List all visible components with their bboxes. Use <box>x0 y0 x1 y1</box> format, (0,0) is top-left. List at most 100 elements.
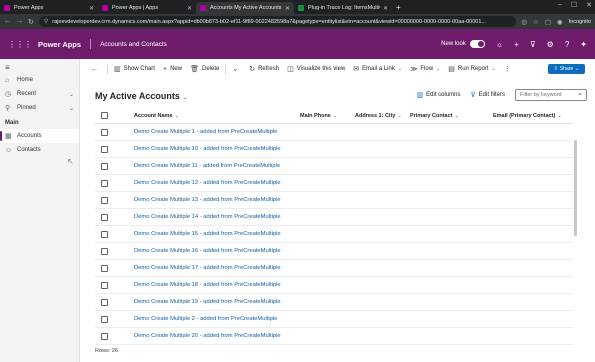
close-tab-icon[interactable]: ✕ <box>383 5 388 12</box>
account-name-link[interactable]: Demo Create Multiple 17 - added from Pre… <box>134 265 300 271</box>
share-button[interactable]: ⇧ Share ⌄ <box>548 64 585 74</box>
row-checkbox[interactable] <box>101 196 108 204</box>
edit-columns-button[interactable]: ▥ Edit columns <box>417 91 461 99</box>
help-icon[interactable]: ? <box>565 40 569 49</box>
account-name-link[interactable]: Demo Create Multiple 2 - added from PreC… <box>134 316 300 322</box>
sidebar-item-accounts[interactable]: ▦ Accounts <box>0 129 79 143</box>
row-checkbox[interactable] <box>101 179 108 187</box>
edit-filters-button[interactable]: ⊽ Edit filters <box>471 91 505 99</box>
close-tab-icon[interactable]: ✕ <box>285 5 290 12</box>
table-row[interactable]: Demo Create Multiple 2 - added from PreC… <box>95 311 573 328</box>
sidebar-item-contacts[interactable]: ☺ Contacts <box>0 143 79 157</box>
site-info-icon[interactable]: ⚲ <box>44 18 48 25</box>
table-row[interactable]: Demo Create Multiple 10 - added from Pre… <box>95 141 573 158</box>
eye-off-icon[interactable]: ◎ <box>521 18 527 26</box>
app-launcher-icon[interactable]: ⋮⋮⋮ <box>8 40 32 49</box>
new-look-toggle[interactable] <box>469 40 485 48</box>
row-checkbox[interactable] <box>101 162 108 170</box>
split-view-icon[interactable]: ▢ <box>545 18 551 26</box>
copilot-icon[interactable]: ✦ <box>580 40 587 49</box>
account-name-link[interactable]: Demo Create Multiple 16 - added from Pre… <box>134 248 300 254</box>
delete-dropdown-button[interactable]: ⌄ <box>228 62 245 76</box>
table-row[interactable]: Demo Create Multiple 19 - added from Pre… <box>95 294 573 311</box>
browser-tab[interactable]: Plug-in Trace Log: ItemsMultiG... ✕ <box>294 2 392 14</box>
new-look-toggle-group[interactable]: New look <box>441 40 485 48</box>
show-chart-button[interactable]: ▥ Show Chart <box>110 62 159 76</box>
hamburger-menu-icon[interactable]: ≡ <box>0 59 79 73</box>
profile-label[interactable]: Incognito <box>569 19 591 25</box>
close-window-icon[interactable]: ✕ <box>586 1 592 9</box>
sidebar-item-pinned[interactable]: ⚲ Pinned ⌄ <box>0 101 79 115</box>
more-commands-button[interactable]: ⋮ <box>500 62 518 76</box>
table-row[interactable]: Demo Create Multiple 17 - added from Pre… <box>95 260 573 277</box>
maximize-icon[interactable]: ☐ <box>571 1 577 9</box>
table-row[interactable]: Demo Create Multiple 20 - added from Pre… <box>95 328 573 345</box>
chevron-down-icon[interactable]: ⌄ <box>69 105 74 112</box>
visualize-button[interactable]: ◫ Visualize this view <box>283 62 349 76</box>
account-name-link[interactable]: Demo Create Multiple 20 - added from Pre… <box>134 333 300 339</box>
view-selector[interactable]: My Active Accounts ⌄ <box>95 91 188 101</box>
refresh-button[interactable]: ↻ Refresh <box>245 62 283 76</box>
grid-scrollbar[interactable] <box>574 140 577 236</box>
settings-gear-icon[interactable]: ⚙ <box>547 40 554 49</box>
table-row[interactable]: Demo Create Multiple 12 - added from Pre… <box>95 175 573 192</box>
account-name-link[interactable]: Demo Create Multiple 19 - added from Pre… <box>134 299 300 305</box>
table-row[interactable]: Demo Create Multiple 18 - added from Pre… <box>95 277 573 294</box>
brand-title[interactable]: Power Apps <box>38 40 81 49</box>
sidebar-item-home[interactable]: ⌂ Home <box>0 73 79 87</box>
table-row[interactable]: Demo Create Multiple 16 - added from Pre… <box>95 243 573 260</box>
browser-tab[interactable]: Power Apps | Apps ✕ <box>98 2 196 14</box>
column-header-primary-contact[interactable]: Primary Contact ⌄ <box>410 113 493 119</box>
reload-icon[interactable]: ↻ <box>28 18 34 26</box>
incognito-icon[interactable]: ◉ <box>557 18 563 26</box>
table-row[interactable]: Demo Create Multiple 11 - added from Pre… <box>95 158 573 175</box>
browser-tab-active[interactable]: Accounts My Active Accounts ✕ <box>196 2 294 14</box>
flow-button[interactable]: ≫ Flow ⌄ <box>406 62 444 76</box>
account-name-link[interactable]: Demo Create Multiple 11 - added from Pre… <box>134 163 300 169</box>
add-icon[interactable]: + <box>514 40 519 49</box>
sidebar-item-recent[interactable]: ◷ Recent ⌄ <box>0 87 79 101</box>
delete-button[interactable]: 🗑 Delete <box>186 62 223 76</box>
account-name-link[interactable]: Demo Create Multiple 14 - added from Pre… <box>134 214 300 220</box>
table-row[interactable]: Demo Create Multiple 13 - added from Pre… <box>95 192 573 209</box>
close-tab-icon[interactable]: ✕ <box>89 5 94 12</box>
account-name-link[interactable]: Demo Create Multiple 10 - added from Pre… <box>134 146 300 152</box>
filter-icon[interactable]: ⊽ <box>530 40 536 49</box>
row-checkbox[interactable] <box>101 213 108 221</box>
filter-keyword-input[interactable]: Filter by keyword ⌕ <box>515 89 587 101</box>
row-checkbox[interactable] <box>101 145 108 153</box>
row-checkbox[interactable] <box>101 264 108 272</box>
close-tab-icon[interactable]: ✕ <box>187 5 192 12</box>
browser-tab[interactable]: Power Apps ✕ <box>0 2 98 14</box>
row-checkbox[interactable] <box>101 247 108 255</box>
row-checkbox[interactable] <box>101 332 108 340</box>
email-link-button[interactable]: ✉ Email a Link ⌄ <box>349 62 406 76</box>
back-icon[interactable]: ← <box>4 18 11 25</box>
chevron-down-icon[interactable]: ⌄ <box>69 91 74 98</box>
run-report-button[interactable]: ▤ Run Report ⌄ <box>444 62 500 76</box>
row-checkbox[interactable] <box>101 298 108 306</box>
account-name-link[interactable]: Demo Create Multiple 12 - added from Pre… <box>134 180 300 186</box>
column-header-email[interactable]: Email (Primary Contact) ⌄ <box>493 113 573 119</box>
app-name[interactable]: Accounts and Contacts <box>100 41 167 48</box>
url-input[interactable]: ⚲ rajeevdeveloperdev.crm.dynamics.com/ma… <box>38 16 517 27</box>
table-row[interactable]: Demo Create Multiple 14 - added from Pre… <box>95 209 573 226</box>
account-name-link[interactable]: Demo Create Multiple 18 - added from Pre… <box>134 282 300 288</box>
column-header-main-phone[interactable]: Main Phone ⌄ <box>300 113 355 119</box>
column-header-account-name[interactable]: Account Name ⌄ <box>134 113 300 119</box>
account-name-link[interactable]: Demo Create Multiple 15 - added from Pre… <box>134 231 300 237</box>
account-name-link[interactable]: Demo Create Multiple 13 - added from Pre… <box>134 197 300 203</box>
column-header-city[interactable]: Address 1: City ⌄ <box>355 113 410 119</box>
lightbulb-icon[interactable]: ☼ <box>496 40 503 49</box>
row-checkbox[interactable] <box>101 281 108 289</box>
new-button[interactable]: + New <box>159 62 186 76</box>
back-button[interactable]: ← <box>87 62 105 76</box>
forward-icon[interactable]: → <box>16 18 23 25</box>
row-checkbox[interactable] <box>101 230 108 238</box>
table-row[interactable]: Demo Create Multiple 1 - added from PreC… <box>95 124 573 141</box>
new-tab-icon[interactable]: + <box>396 2 401 14</box>
row-checkbox[interactable] <box>101 315 108 323</box>
row-checkbox[interactable] <box>101 128 108 136</box>
account-name-link[interactable]: Demo Create Multiple 1 - added from PreC… <box>134 129 300 135</box>
table-row[interactable]: Demo Create Multiple 15 - added from Pre… <box>95 226 573 243</box>
